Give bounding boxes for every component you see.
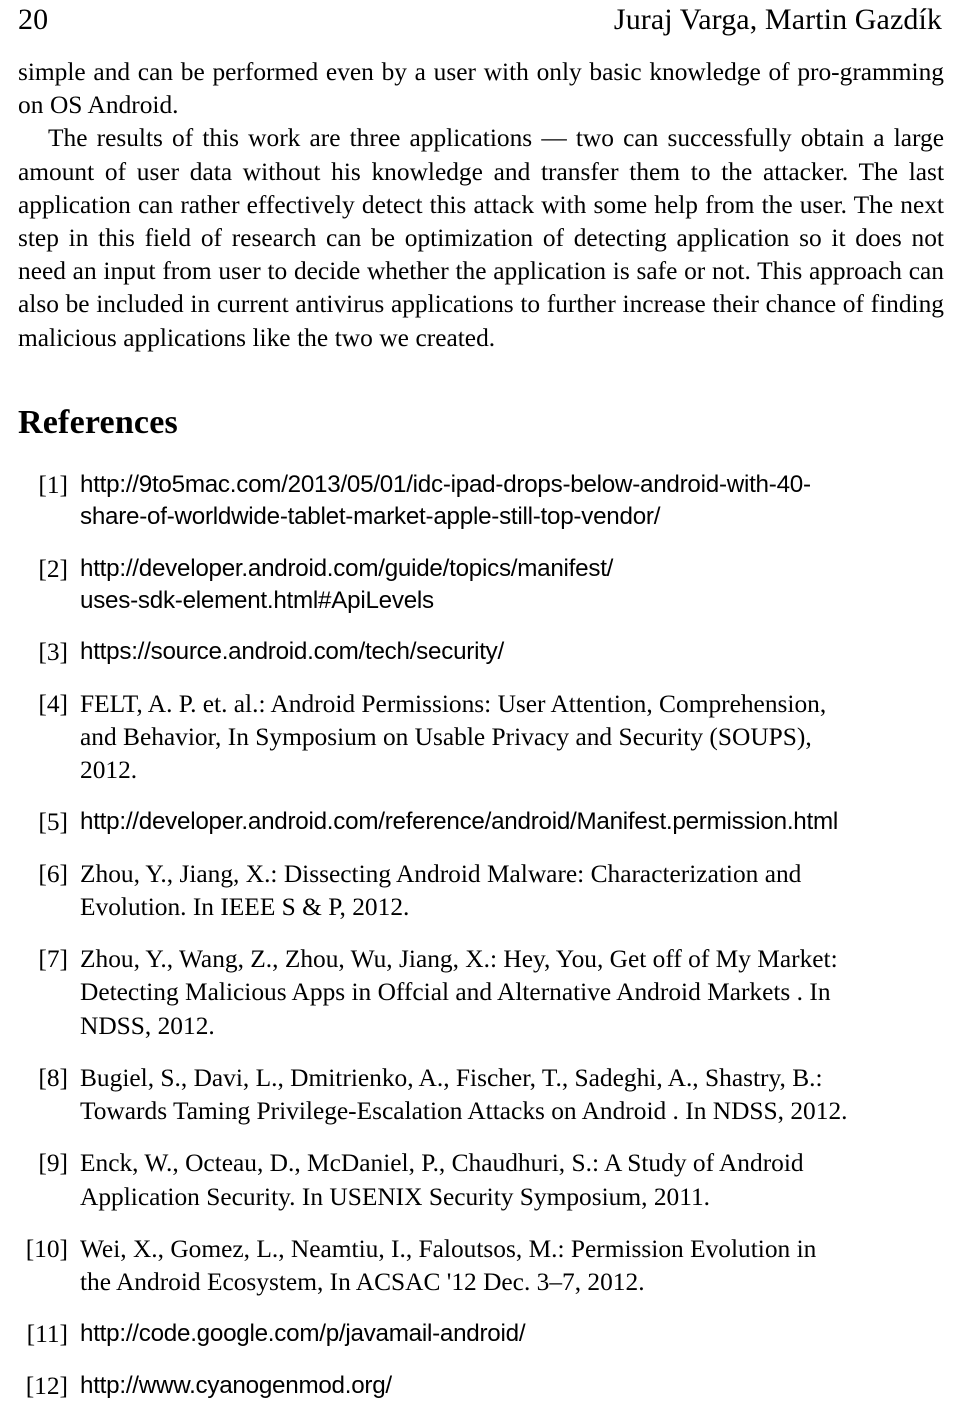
- reference-entry: [1] http://9to5mac.com/2013/05/01/idc-ipa…: [18, 469, 944, 534]
- reference-line: Application Security. In USENIX Security…: [80, 1182, 711, 1211]
- reference-url[interactable]: http://developer.android.com/reference/a…: [80, 806, 944, 838]
- reference-line: Wei, X., Gomez, L., Neamtiu, I., Falouts…: [80, 1234, 817, 1263]
- reference-label: [11]: [26, 1320, 68, 1349]
- reference-label: [6]: [38, 859, 68, 888]
- reference-entry: [4] FELT, A. P. et. al.: Android Permissi…: [18, 688, 944, 788]
- reference-citation: Zhou, Y., Wang, Z., Zhou, Wu, Jiang, X.:…: [80, 943, 944, 1043]
- reference-url[interactable]: http://developer.android.com/guide/topic…: [80, 553, 944, 618]
- references-heading: References: [18, 403, 178, 441]
- reference-label: [7]: [38, 945, 68, 974]
- reference-entry: [11] http://code.google.com/p/javamail-an…: [18, 1318, 944, 1350]
- reference-line: http://developer.android.com/guide/topic…: [80, 554, 614, 582]
- reference-citation: Wei, X., Gomez, L., Neamtiu, I., Falouts…: [80, 1233, 944, 1299]
- document-page: 20 Juraj Varga, Martin Gazdík simple and…: [0, 0, 960, 1414]
- reference-entry: [10] Wei, X., Gomez, L., Neamtiu, I., Fal…: [18, 1233, 944, 1299]
- reference-line: the Android Ecosystem, In ACSAC '12 Dec.…: [80, 1267, 645, 1296]
- reference-entry: [6] Zhou, Y., Jiang, X.: Dissecting Andro…: [18, 858, 944, 924]
- reference-label: [2]: [38, 554, 68, 583]
- reference-line: Zhou, Y., Jiang, X.: Dissecting Android …: [80, 859, 802, 888]
- reference-citation: FELT, A. P. et. al.: Android Permissions…: [80, 688, 944, 788]
- reference-line: http://developer.android.com/reference/a…: [80, 808, 838, 836]
- reference-entry: [8] Bugiel, S., Davi, L., Dmitrienko, A.,…: [18, 1062, 944, 1128]
- reference-label: [3]: [38, 638, 68, 667]
- reference-line: http://www.cyanogenmod.org/: [80, 1371, 392, 1399]
- reference-citation: Zhou, Y., Jiang, X.: Dissecting Android …: [80, 858, 944, 924]
- reference-citation: Bugiel, S., Davi, L., Dmitrienko, A., Fi…: [80, 1062, 944, 1128]
- reference-line: Zhou, Y., Wang, Z., Zhou, Wu, Jiang, X.:…: [80, 945, 838, 974]
- reference-url[interactable]: https://source.android.com/tech/security…: [80, 636, 944, 668]
- paragraph-results: The results of this work are three appli…: [18, 124, 944, 352]
- reference-line: Detecting Malicious Apps in Offcial and …: [80, 978, 831, 1007]
- paragraph-continued: simple and can be performed even by a us…: [18, 58, 944, 120]
- reference-url[interactable]: http://code.google.com/p/javamail-androi…: [80, 1318, 944, 1350]
- reference-line: NDSS, 2012.: [80, 1011, 215, 1040]
- reference-line: Enck, W., Octeau, D., McDaniel, P., Chau…: [80, 1149, 804, 1178]
- reference-line: FELT, A. P. et. al.: Android Permissions…: [80, 689, 827, 718]
- running-head: 20 Juraj Varga, Martin Gazdík: [18, 0, 944, 40]
- reference-label: [5]: [38, 808, 68, 837]
- reference-label: [12]: [25, 1371, 68, 1400]
- reference-url[interactable]: http://www.cyanogenmod.org/: [80, 1370, 944, 1402]
- page-number: 20: [18, 3, 49, 36]
- references-list: [1] http://9to5mac.com/2013/05/01/idc-ipa…: [18, 469, 944, 1402]
- reference-entry: [2] http://developer.android.com/guide/to…: [18, 553, 944, 618]
- reference-label: [1]: [38, 470, 68, 499]
- reference-line: Evolution. In IEEE S & P, 2012.: [80, 893, 410, 922]
- reference-line: https://source.android.com/tech/security…: [80, 638, 504, 666]
- reference-line: http://9to5mac.com/2013/05/01/idc-ipad-d…: [80, 470, 811, 498]
- reference-line: share-of-worldwide-tablet-market-apple-s…: [80, 503, 661, 531]
- reference-line: uses-sdk-element.html#ApiLevels: [80, 587, 434, 615]
- reference-label: [10]: [25, 1234, 68, 1263]
- reference-entry: [3] https://source.android.com/tech/secur…: [18, 636, 944, 668]
- reference-entry: [9] Enck, W., Octeau, D., McDaniel, P., C…: [18, 1147, 944, 1213]
- reference-line: http://code.google.com/p/javamail-androi…: [80, 1320, 526, 1348]
- reference-label: [4]: [38, 689, 68, 718]
- body-text: simple and can be performed even by a us…: [18, 56, 944, 355]
- reference-line: and Behavior, In Symposium on Usable Pri…: [80, 723, 812, 752]
- reference-line: Towards Taming Privilege-Escalation Atta…: [80, 1097, 848, 1126]
- reference-citation: Enck, W., Octeau, D., McDaniel, P., Chau…: [80, 1147, 944, 1213]
- reference-line: Bugiel, S., Davi, L., Dmitrienko, A., Fi…: [80, 1063, 823, 1092]
- reference-line: 2012.: [80, 756, 138, 785]
- reference-entry: [12] http://www.cyanogenmod.org/: [18, 1370, 944, 1402]
- reference-label: [9]: [38, 1149, 68, 1178]
- reference-url[interactable]: http://9to5mac.com/2013/05/01/idc-ipad-d…: [80, 469, 944, 534]
- reference-entry: [5] http://developer.android.com/referenc…: [18, 806, 944, 838]
- reference-label: [8]: [38, 1063, 68, 1092]
- running-head-authors: Juraj Varga, Martin Gazdík: [613, 3, 942, 36]
- reference-entry: [7] Zhou, Y., Wang, Z., Zhou, Wu, Jiang, …: [18, 943, 944, 1043]
